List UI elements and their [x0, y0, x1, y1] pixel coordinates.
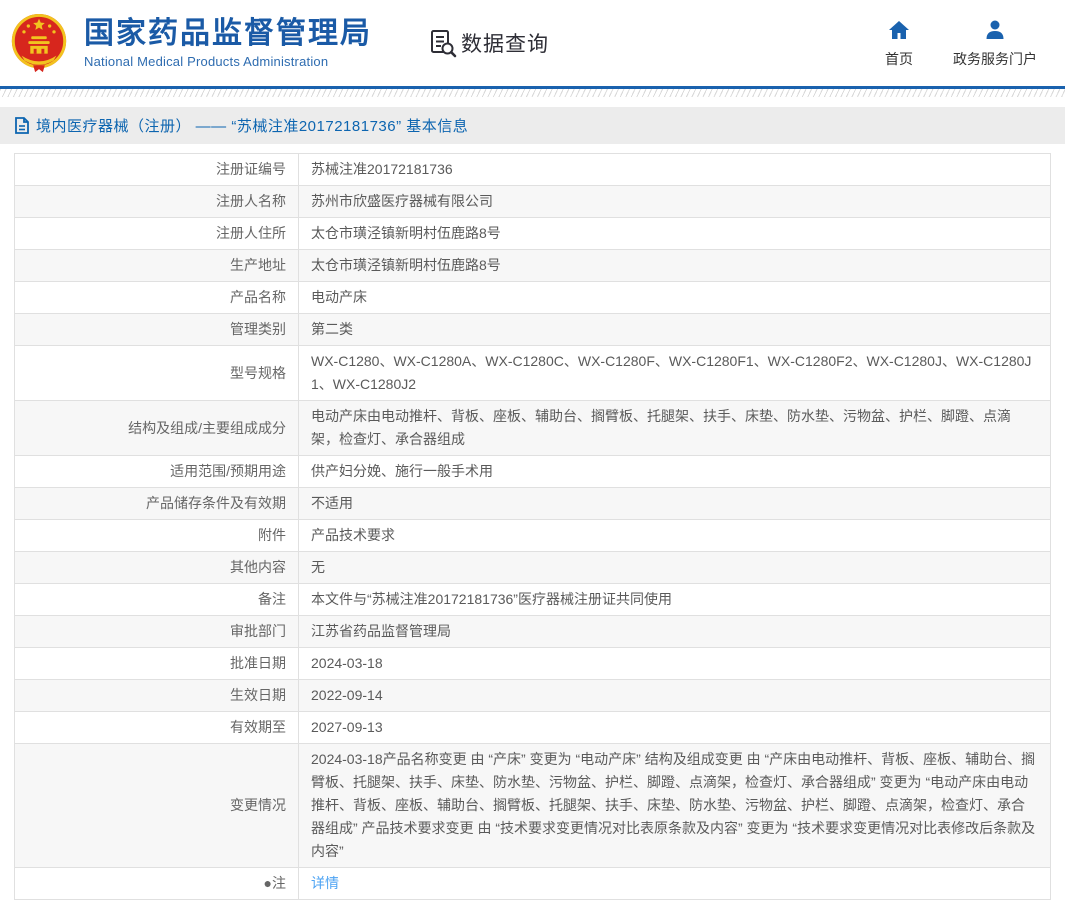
table-row: 注册人名称 苏州市欣盛医疗器械有限公司 [14, 185, 1051, 218]
row-value: 产品技术要求 [298, 519, 1051, 552]
breadcrumb: 境内医疗器械（注册） —— “苏械注准20172181736” 基本信息 [0, 107, 1065, 144]
row-label: 批准日期 [14, 647, 299, 680]
data-query-icon [431, 30, 457, 58]
row-value: 苏州市欣盛医疗器械有限公司 [298, 185, 1051, 218]
row-label: 注册人名称 [14, 185, 299, 218]
table-row: 附件 产品技术要求 [14, 519, 1051, 552]
home-icon [889, 20, 909, 39]
row-label: 产品名称 [14, 281, 299, 314]
table-row: 型号规格 WX-C1280、WX-C1280A、WX-C1280C、WX-C12… [14, 345, 1051, 401]
site-header: 国家药品监督管理局 National Medical Products Admi… [0, 0, 1065, 86]
nav-item-home[interactable]: 首页 [885, 18, 913, 69]
row-value: WX-C1280、WX-C1280A、WX-C1280C、WX-C1280F、W… [298, 345, 1051, 401]
row-value: 供产妇分娩、施行一般手术用 [298, 455, 1051, 488]
row-label: 注册证编号 [14, 153, 299, 186]
nmpa-logo-link[interactable]: 国家药品监督管理局 National Medical Products Admi… [8, 11, 372, 75]
row-label: 附件 [14, 519, 299, 552]
table-row: 产品储存条件及有效期 不适用 [14, 487, 1051, 520]
site-subtitle: National Medical Products Administration [84, 54, 329, 69]
table-row: 适用范围/预期用途 供产妇分娩、施行一般手术用 [14, 455, 1051, 488]
data-query-label: 数据查询 [461, 33, 549, 56]
row-label: 产品储存条件及有效期 [14, 487, 299, 520]
row-value: 无 [298, 551, 1051, 584]
site-title-block: 国家药品监督管理局 National Medical Products Admi… [84, 17, 372, 69]
table-row: 生产地址 太仓市璜泾镇新明村伍鹿路8号 [14, 249, 1051, 282]
row-value: 详情 [298, 867, 1051, 900]
row-value: 第二类 [298, 313, 1051, 346]
data-query-nav[interactable]: 数据查询 [428, 28, 549, 58]
row-label: 生产地址 [14, 249, 299, 282]
site-title: 国家药品监督管理局 [84, 17, 372, 50]
row-value: 苏械注准20172181736 [298, 153, 1051, 186]
row-label: 变更情况 [14, 743, 299, 868]
person-icon [986, 20, 1004, 39]
table-row: 注册证编号 苏械注准20172181736 [14, 153, 1051, 186]
table-row: 批准日期 2024-03-18 [14, 647, 1051, 680]
hatch-decoration-strip [0, 89, 1065, 97]
table-row: 注册人住所 太仓市璜泾镇新明村伍鹿路8号 [14, 217, 1051, 250]
row-label: 审批部门 [14, 615, 299, 648]
breadcrumb-text: 境内医疗器械（注册） —— “苏械注准20172181736” 基本信息 [36, 118, 469, 135]
table-row: 变更情况 2024-03-18产品名称变更 由 “产床” 变更为 “电动产床” … [14, 743, 1051, 868]
table-row: ●注 详情 [14, 867, 1051, 900]
row-value: 不适用 [298, 487, 1051, 520]
table-row: 其他内容 无 [14, 551, 1051, 584]
row-value: 太仓市璜泾镇新明村伍鹿路8号 [298, 249, 1051, 282]
row-label: 备注 [14, 583, 299, 616]
row-label: 适用范围/预期用途 [14, 455, 299, 488]
row-value: 太仓市璜泾镇新明村伍鹿路8号 [298, 217, 1051, 250]
row-label: 结构及组成/主要组成成分 [14, 400, 299, 456]
document-icon [15, 117, 29, 134]
row-label: 管理类别 [14, 313, 299, 346]
nav-gov-portal-label: 政务服务门户 [953, 50, 1037, 67]
row-value: 2024-03-18 [298, 647, 1051, 680]
row-label: 生效日期 [14, 679, 299, 712]
row-label: 其他内容 [14, 551, 299, 584]
nav-home-label: 首页 [885, 50, 913, 67]
detail-link[interactable]: 详情 [311, 875, 339, 891]
national-emblem-icon [11, 13, 67, 73]
table-row: 生效日期 2022-09-14 [14, 679, 1051, 712]
row-value: 江苏省药品监督管理局 [298, 615, 1051, 648]
table-row: 管理类别 第二类 [14, 313, 1051, 346]
table-row: 产品名称 电动产床 [14, 281, 1051, 314]
row-label: ●注 [14, 867, 299, 900]
row-label: 型号规格 [14, 345, 299, 401]
table-row: 结构及组成/主要组成成分 电动产床由电动推杆、背板、座板、辅助台、搁臂板、托腿架… [14, 400, 1051, 456]
row-value: 电动产床 [298, 281, 1051, 314]
registration-info-table: 注册证编号 苏械注准20172181736 注册人名称 苏州市欣盛医疗器械有限公… [14, 153, 1051, 900]
top-nav: 首页 政务服务门户 [885, 18, 1037, 69]
row-label: 有效期至 [14, 711, 299, 744]
table-row: 备注 本文件与“苏械注准20172181736”医疗器械注册证共同使用 [14, 583, 1051, 616]
row-value: 电动产床由电动推杆、背板、座板、辅助台、搁臂板、托腿架、扶手、床垫、防水垫、污物… [298, 400, 1051, 456]
row-label: 注册人住所 [14, 217, 299, 250]
row-value: 2024-03-18产品名称变更 由 “产床” 变更为 “电动产床” 结构及组成… [298, 743, 1051, 868]
row-value: 本文件与“苏械注准20172181736”医疗器械注册证共同使用 [298, 583, 1051, 616]
row-value: 2022-09-14 [298, 679, 1051, 712]
table-row: 审批部门 江苏省药品监督管理局 [14, 615, 1051, 648]
row-value: 2027-09-13 [298, 711, 1051, 744]
table-row: 有效期至 2027-09-13 [14, 711, 1051, 744]
nav-item-gov-portal[interactable]: 政务服务门户 [953, 18, 1037, 69]
